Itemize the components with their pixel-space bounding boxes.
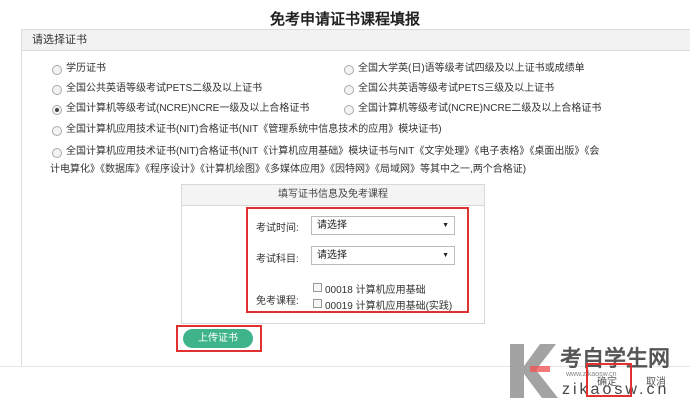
option-label: 全国计算机等级考试(NCRE)NCRE一级及以上合格证书	[66, 103, 310, 114]
page-title: 免考申请证书课程填报	[269, 11, 420, 28]
option-label: 全国大学英(日)语等级考试四级及以上证书或成绩单	[358, 63, 585, 74]
exam-subject-value: 请选择	[317, 250, 347, 261]
exam-time-label: 考试时间:	[256, 223, 299, 234]
course-00018-label: 00018 计算机应用基础	[325, 285, 426, 296]
radio-academic-cert[interactable]	[52, 65, 62, 75]
radio-cet4[interactable]	[344, 65, 354, 75]
exam-time-value: 请选择	[317, 220, 347, 231]
option-label: 全国公共英语等级考试PETS二级及以上证书	[66, 83, 263, 94]
option-label: 全国公共英语等级考试PETS三级及以上证书	[358, 83, 555, 94]
option-label: 全国计算机等级考试(NCRE)NCRE二级及以上合格证书	[358, 103, 602, 114]
exam-subject-label: 考试科目:	[256, 254, 299, 265]
exam-form-header: 填写证书信息及免考课程	[182, 185, 484, 206]
course-label: 免考课程:	[256, 296, 299, 307]
certificate-panel-header: 请选择证书	[22, 30, 690, 51]
course-checkbox-00019[interactable]	[313, 299, 322, 308]
option-label: 全国计算机应用技术证书(NIT)合格证书(NIT《管理系统中信息技术的应用》模块…	[66, 124, 442, 135]
course-checkbox-00018[interactable]	[313, 283, 322, 292]
exam-time-select[interactable]: 请选择 ▼	[311, 216, 455, 235]
option-label-line2: 计电算化》《数据库》《程序设计》《计算机绘图》《多媒体应用》《因特网》《局域网》…	[50, 164, 527, 175]
radio-nit-combo[interactable]	[52, 148, 62, 158]
course-00019-label: 00019 计算机应用基础(实践)	[325, 301, 453, 312]
radio-nit-management[interactable]	[52, 126, 62, 136]
radio-pets3[interactable]	[344, 85, 354, 95]
radio-ncre2[interactable]	[344, 105, 354, 115]
radio-ncre1[interactable]	[52, 105, 62, 115]
chevron-down-icon: ▼	[442, 222, 449, 229]
confirm-button[interactable]: 确定	[597, 373, 617, 388]
cancel-button[interactable]: 取消	[646, 373, 666, 388]
option-label-line1: 全国计算机应用技术证书(NIT)合格证书(NIT《计算机应用基础》模块证书与NI…	[66, 146, 600, 157]
exam-subject-select[interactable]: 请选择 ▼	[311, 246, 455, 265]
radio-pets2[interactable]	[52, 85, 62, 95]
upload-certificate-button[interactable]: 上传证书	[183, 329, 253, 348]
chevron-down-icon: ▼	[442, 252, 449, 259]
option-label: 学历证书	[66, 63, 106, 74]
